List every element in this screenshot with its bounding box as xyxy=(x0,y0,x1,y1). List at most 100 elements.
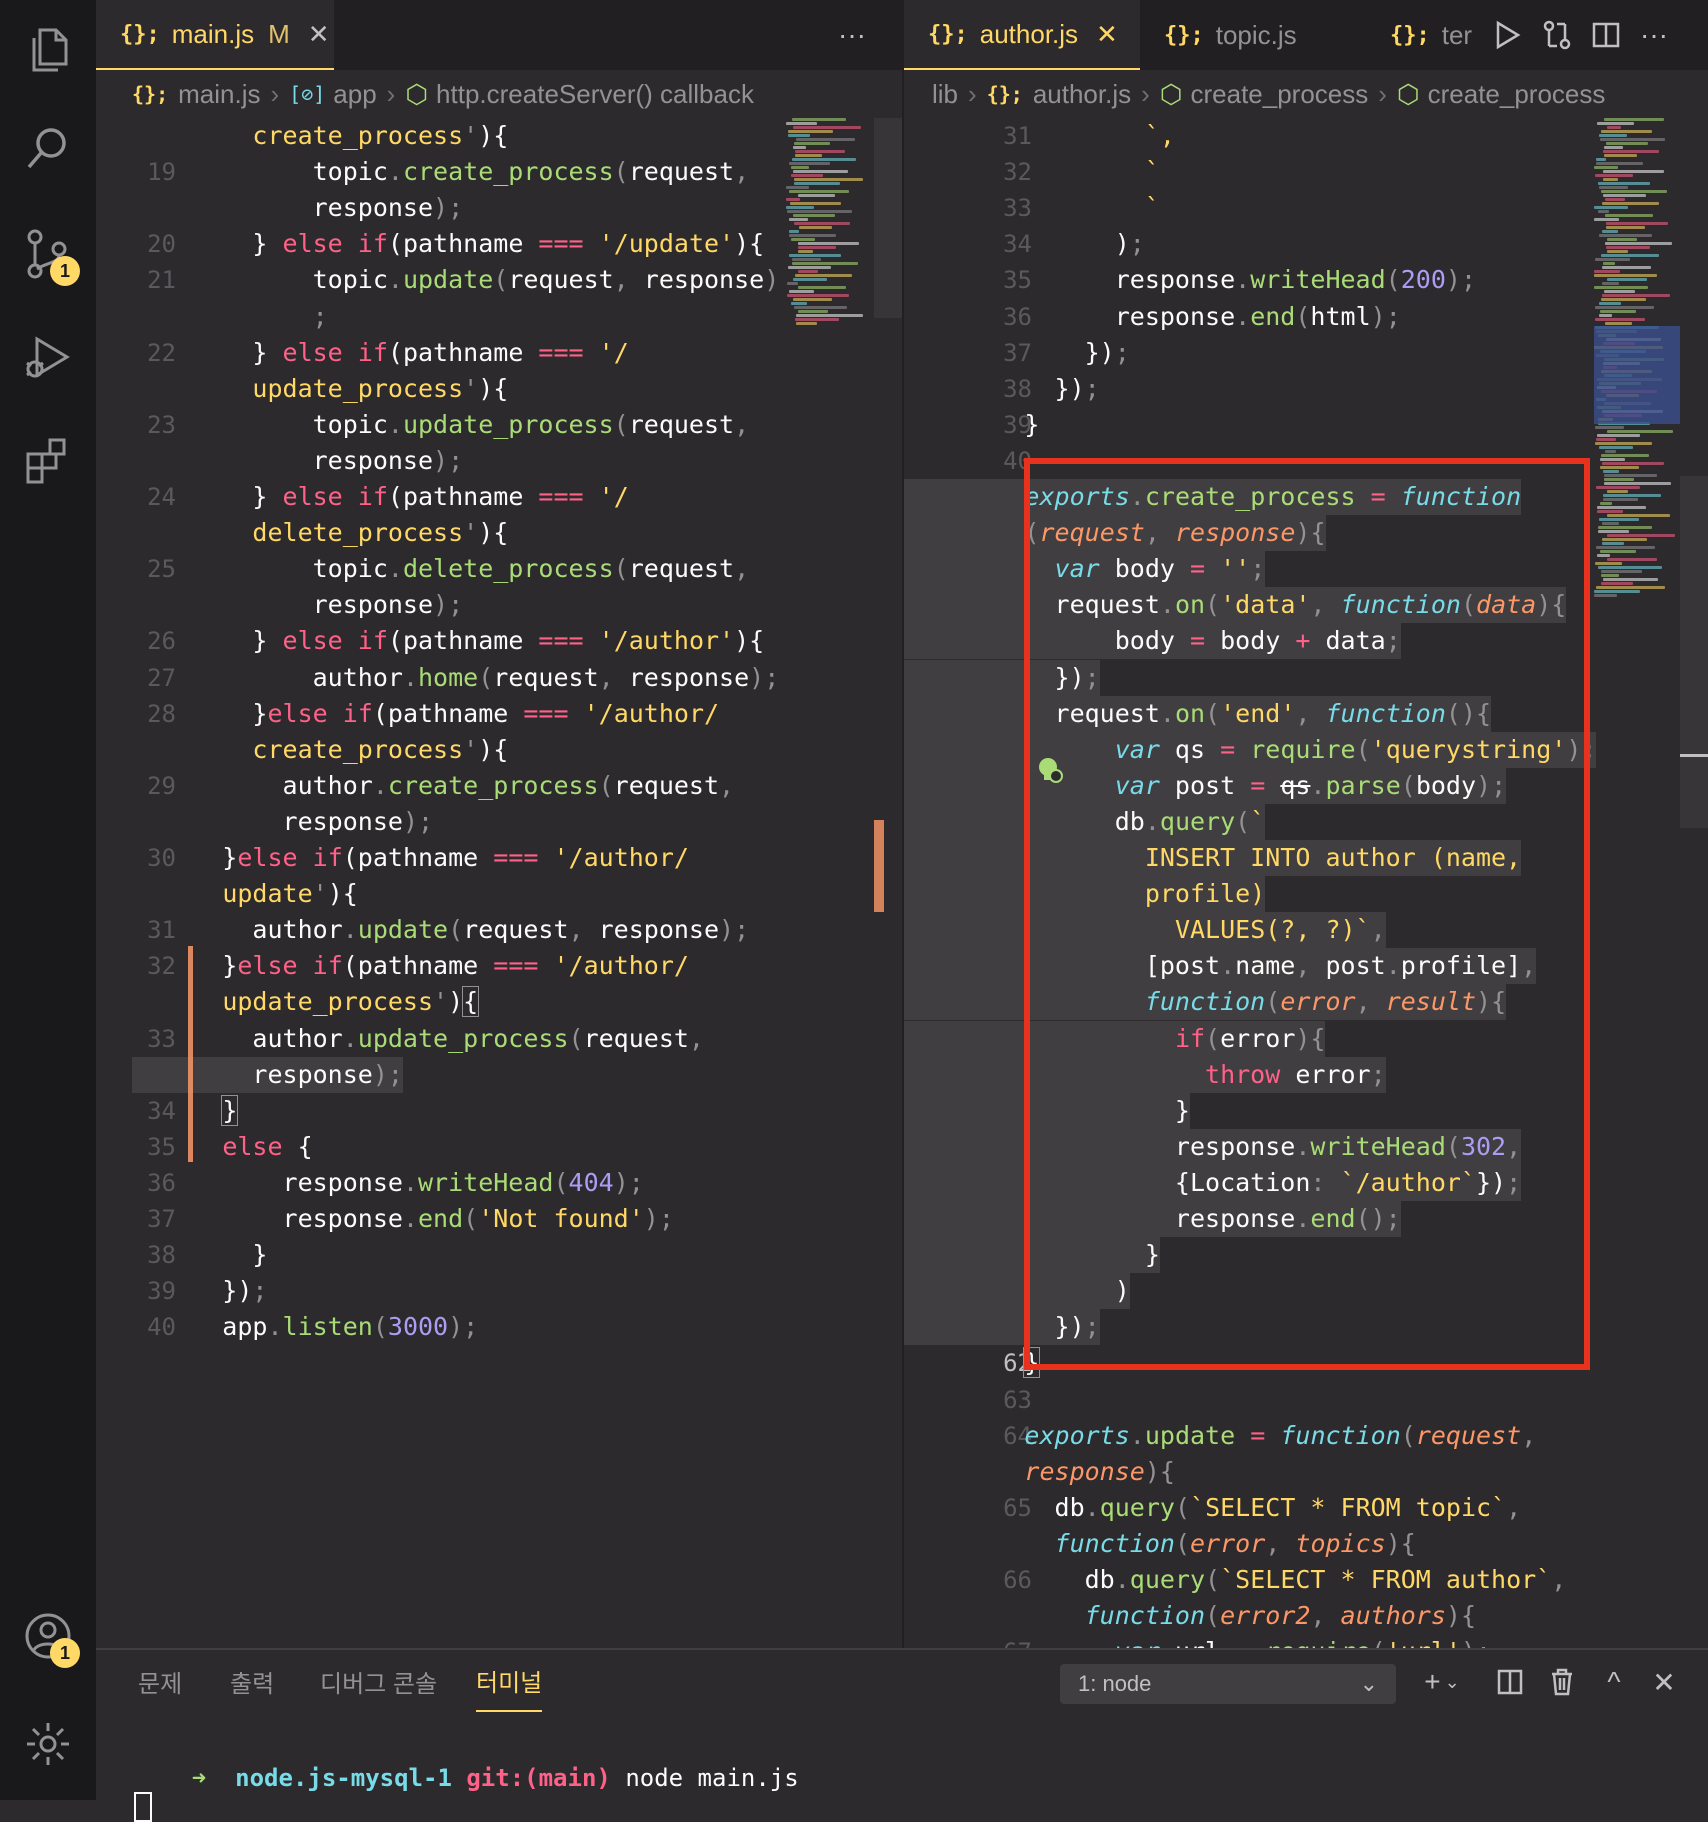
minimap[interactable] xyxy=(786,118,866,1648)
code-line[interactable]: 63 xyxy=(904,1382,1708,1418)
code-line[interactable]: function(error, topics){ xyxy=(904,1526,1708,1562)
code-line[interactable]: 26 } else if(pathname === '/author'){ xyxy=(96,623,902,659)
code-line[interactable]: 29 author.create_process(request, xyxy=(96,768,902,804)
source-control-icon[interactable]: 1 xyxy=(20,226,80,286)
code-line[interactable]: 41 exports.create_process = function xyxy=(904,479,1708,515)
code-line[interactable]: 23 topic.update_process(request, xyxy=(96,407,902,443)
new-terminal-button[interactable]: + ⌄ xyxy=(1412,1658,1472,1706)
code-line[interactable]: 40 xyxy=(904,443,1708,479)
code-line[interactable]: 59 } xyxy=(904,1237,1708,1274)
code-line[interactable]: 64 exports.update = function(request, xyxy=(904,1418,1708,1454)
code-line[interactable]: 25 topic.delete_process(request, xyxy=(96,551,902,587)
code-line[interactable]: 34 ); xyxy=(904,226,1708,262)
code-line[interactable]: 48 var post = qs.parse(body); xyxy=(904,767,1708,804)
scrollbar[interactable] xyxy=(874,118,902,318)
code-line[interactable]: 58 response.end(); xyxy=(904,1201,1708,1237)
code-line[interactable]: 40 app.listen(3000); xyxy=(96,1309,902,1345)
code-line[interactable]: 44 body = body + data; xyxy=(904,623,1708,660)
files-icon[interactable] xyxy=(20,22,76,78)
code-line[interactable]: 30 }else if(pathname === '/author/ xyxy=(96,840,902,876)
code-line[interactable]: 54 if(error){ xyxy=(904,1020,1708,1057)
code-line[interactable]: 35 response.writeHead(200); xyxy=(904,262,1708,298)
code-line[interactable]: 51 VALUES(?, ?)`, xyxy=(904,912,1708,949)
code-line[interactable]: 60 ) xyxy=(904,1273,1708,1310)
breadcrumb-item[interactable]: http.createServer() callback xyxy=(436,79,754,110)
code-line[interactable]: create_process'){ xyxy=(96,732,902,768)
code-line[interactable]: 34 } xyxy=(96,1093,902,1129)
code-line[interactable]: 42 var body = ''; xyxy=(904,551,1708,588)
split-editor-icon[interactable] xyxy=(1592,21,1620,49)
code-line[interactable]: response); xyxy=(96,587,902,623)
code-line[interactable]: 61 }); xyxy=(904,1309,1708,1346)
code-line[interactable]: 38 }); xyxy=(904,371,1708,407)
code-line[interactable]: (request, response){ xyxy=(904,515,1708,552)
code-line[interactable]: 49 db.query(` xyxy=(904,803,1708,840)
close-tab-icon[interactable]: ✕ xyxy=(1096,19,1118,50)
more-actions-icon[interactable]: ··· xyxy=(838,0,866,70)
code-line[interactable]: 65 db.query(`SELECT * FROM topic`, xyxy=(904,1490,1708,1526)
code-line[interactable]: 62 } xyxy=(904,1345,1708,1381)
breadcrumb-item[interactable]: app xyxy=(333,79,376,110)
breadcrumb-item[interactable]: author.js xyxy=(1033,79,1131,110)
code-line[interactable]: 31 author.update(request, response); xyxy=(96,912,902,948)
scrollbar[interactable] xyxy=(1680,476,1708,828)
minimap-viewport[interactable] xyxy=(1594,326,1680,424)
code-line[interactable]: 52 [post.name, post.profile], xyxy=(904,948,1708,985)
code-line[interactable]: 56 } xyxy=(904,1092,1708,1129)
close-icon[interactable]: ✕ xyxy=(1642,1658,1686,1706)
breadcrumb-item[interactable]: main.js xyxy=(178,79,260,110)
close-tab-icon[interactable]: ✕ xyxy=(308,19,330,50)
compare-changes-icon[interactable] xyxy=(1542,20,1572,50)
code-line[interactable]: 66 db.query(`SELECT * FROM author`, xyxy=(904,1562,1708,1598)
code-line[interactable]: 67 var url = require('url'); xyxy=(904,1634,1708,1648)
code-line[interactable]: 33 ` xyxy=(904,190,1708,226)
code-line[interactable]: 43 request.on('data', function(data){ xyxy=(904,587,1708,624)
tab-main-js[interactable]: {}; main.js M ✕ xyxy=(96,0,334,70)
code-line[interactable]: update'){ xyxy=(96,876,902,912)
gear-icon[interactable] xyxy=(20,1716,76,1772)
code-line[interactable]: 53 function(error, result){ xyxy=(904,984,1708,1021)
tab-debug-console[interactable]: 디버그 콘솔 xyxy=(320,1650,437,1712)
code-line[interactable]: 45 }); xyxy=(904,659,1708,696)
breadcrumb-item[interactable]: create_process xyxy=(1428,79,1606,110)
code-line[interactable]: 37 }); xyxy=(904,335,1708,371)
code-line[interactable]: 39 } xyxy=(904,407,1708,443)
code-line[interactable]: response); xyxy=(96,190,902,226)
code-line[interactable]: 38 } xyxy=(96,1237,902,1273)
code-line[interactable]: update_process'){ xyxy=(96,371,902,407)
code-line[interactable]: 32 }else if(pathname === '/author/ xyxy=(96,948,902,984)
code-line[interactable]: 28 }else if(pathname === '/author/ xyxy=(96,696,902,732)
breadcrumb-item[interactable]: lib xyxy=(932,79,958,110)
debug-icon[interactable] xyxy=(20,330,76,386)
tab-output[interactable]: 출력 xyxy=(230,1650,274,1712)
code-line[interactable]: 21 topic.update(request, response) xyxy=(96,262,902,298)
tab-ter[interactable]: {}; ter xyxy=(1366,0,1476,70)
code-line[interactable]: create_process'){ xyxy=(96,118,902,154)
lightbulb-icon[interactable] xyxy=(1036,756,1064,784)
code-line[interactable]: delete_process'){ xyxy=(96,515,902,551)
code-line[interactable]: response); xyxy=(96,1056,902,1093)
code-line[interactable]: 33 author.update_process(request, xyxy=(96,1021,902,1057)
code-line[interactable]: 47 var qs = require('querystring'); xyxy=(904,731,1708,768)
code-line[interactable]: 27 author.home(request, response); xyxy=(96,660,902,696)
terminal-output[interactable]: ➜ node.js-mysql-1 git:(main) node main.j… xyxy=(134,1736,799,1822)
kill-terminal-button[interactable] xyxy=(1540,1658,1584,1706)
more-actions-icon[interactable]: ··· xyxy=(1640,19,1668,51)
code-line[interactable]: 37 response.end('Not found'); xyxy=(96,1201,902,1237)
code-line[interactable]: 31 `, xyxy=(904,118,1708,154)
code-line[interactable]: 36 response.end(html); xyxy=(904,299,1708,335)
tab-terminal[interactable]: 터미널 xyxy=(476,1650,543,1712)
maximize-icon[interactable]: ^ xyxy=(1592,1658,1636,1706)
code-line[interactable]: 57 response.writeHead(302, xyxy=(904,1128,1708,1165)
code-line[interactable]: 35 else { xyxy=(96,1129,902,1165)
search-icon[interactable] xyxy=(20,120,76,176)
code-line[interactable]: response){ xyxy=(904,1454,1708,1490)
breadcrumb-item[interactable]: create_process xyxy=(1190,79,1368,110)
code-line[interactable]: 24 } else if(pathname === '/ xyxy=(96,479,902,515)
tab-problems[interactable]: 문제 xyxy=(138,1650,182,1712)
code-line[interactable]: 20 } else if(pathname === '/update'){ xyxy=(96,226,902,262)
code-line[interactable]: response); xyxy=(96,804,902,840)
split-terminal-button[interactable] xyxy=(1488,1658,1532,1706)
extensions-icon[interactable] xyxy=(20,432,76,488)
code-line[interactable]: 19 topic.create_process(request, xyxy=(96,154,902,190)
